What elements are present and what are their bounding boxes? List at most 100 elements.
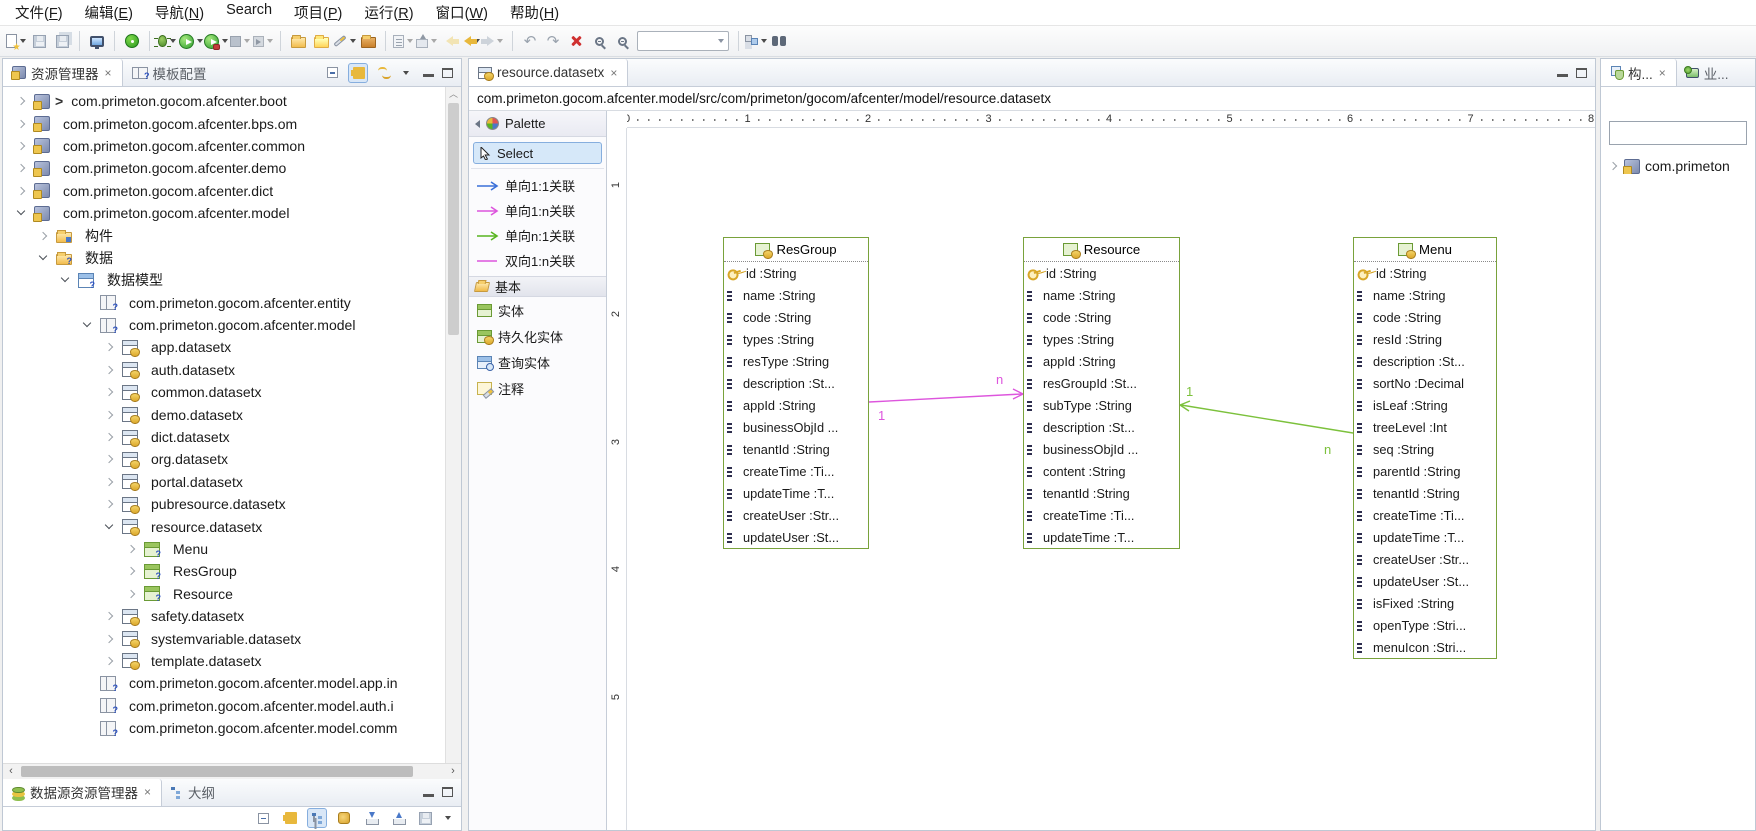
tree-row[interactable]: com.primeton.gocom.afcenter.model.auth.i <box>3 695 461 717</box>
export-button[interactable] <box>388 808 408 828</box>
tree-row[interactable]: com.primeton.gocom.afcenter.model <box>3 202 461 224</box>
tab-business[interactable]: 业... <box>1677 59 1738 86</box>
maximize-icon[interactable] <box>442 787 453 797</box>
menu-item[interactable]: 帮助(H) <box>499 0 570 27</box>
undo-button[interactable]: ↶ <box>519 29 541 53</box>
chevron-icon[interactable] <box>17 141 27 151</box>
tree-row[interactable]: auth.datasetx <box>3 359 461 381</box>
select-connection-button[interactable] <box>334 808 354 828</box>
tab-outline[interactable]: 大纲 <box>162 779 224 806</box>
view-menu-icon[interactable] <box>403 71 409 75</box>
collapse-all-button[interactable] <box>253 808 273 828</box>
chevron-icon[interactable] <box>105 365 115 375</box>
collapse-all-button[interactable] <box>322 63 342 83</box>
entity-field[interactable]: parentId :String <box>1354 460 1496 482</box>
menu-item[interactable]: Search() <box>215 0 283 27</box>
tree-row[interactable]: resource.datasetx <box>3 515 461 537</box>
view-menu-icon[interactable] <box>445 816 451 820</box>
server-start-button[interactable] <box>121 29 143 53</box>
link-with-editor-button[interactable] <box>280 808 300 828</box>
entity-field[interactable]: tenantId :String <box>1024 482 1179 504</box>
chevron-icon[interactable] <box>17 119 27 129</box>
diagram-canvas[interactable]: 1 n 1 n ResGroup <box>627 128 1595 830</box>
tree-row[interactable]: common.datasetx <box>3 381 461 403</box>
palette-relation-tool[interactable]: 单向1:n关联 <box>469 198 606 223</box>
chevron-icon[interactable] <box>105 611 115 621</box>
tree-row[interactable]: dict.datasetx <box>3 426 461 448</box>
component-filter-input[interactable] <box>1609 121 1747 145</box>
entity-field[interactable]: resId :String <box>1354 328 1496 350</box>
menu-item[interactable]: 编辑(E) <box>74 0 144 27</box>
back-button[interactable] <box>461 29 483 53</box>
tree-row[interactable]: org.datasetx <box>3 448 461 470</box>
save-button[interactable] <box>28 29 50 53</box>
entity-field[interactable]: name :String <box>724 284 868 306</box>
tab-resource-explorer[interactable]: 资源管理器 × <box>3 59 123 86</box>
entity-field[interactable]: updateTime :T... <box>1354 526 1496 548</box>
palette-relation-tool[interactable]: 单向1:1关联 <box>469 173 606 198</box>
chevron-icon[interactable] <box>127 566 137 576</box>
entity-field[interactable]: createTime :Ti... <box>1024 504 1179 526</box>
minimize-icon[interactable] <box>1557 74 1568 77</box>
entity-field[interactable]: updateUser :St... <box>1354 570 1496 592</box>
tree-vertical-scrollbar[interactable]: ︿ <box>445 87 461 763</box>
delete-button[interactable] <box>565 29 587 53</box>
entity-field[interactable]: tenantId :String <box>1354 482 1496 504</box>
connection-menu-resource[interactable]: 1 n <box>1180 384 1353 457</box>
entity-field[interactable]: code :String <box>724 306 868 328</box>
palette-relation-tool[interactable]: 单向n:1关联 <box>469 223 606 248</box>
connection-resgroup-resource[interactable]: 1 n <box>869 372 1023 423</box>
relaunch-button[interactable] <box>252 29 274 53</box>
tree-row[interactable]: 构件 <box>3 224 461 246</box>
entity-field[interactable]: createTime :Ti... <box>724 460 868 482</box>
chevron-icon[interactable] <box>105 454 115 464</box>
chevron-icon[interactable] <box>105 477 115 487</box>
entity-title[interactable]: ResGroup <box>724 238 868 262</box>
entity-field[interactable]: types :String <box>1024 328 1179 350</box>
open-file-button[interactable] <box>310 29 332 53</box>
chevron-icon[interactable] <box>127 589 137 599</box>
chevron-icon[interactable] <box>105 634 115 644</box>
chevron-icon[interactable] <box>105 522 115 532</box>
chevron-icon[interactable] <box>39 231 49 241</box>
zoom-in-button[interactable] <box>588 29 610 53</box>
entity-field[interactable]: appId :String <box>1024 350 1179 372</box>
console-button[interactable] <box>86 29 108 53</box>
tree-row[interactable]: com.primeton.gocom.afcenter.demo <box>3 157 461 179</box>
scroll-left-icon[interactable]: ‹ <box>3 764 19 779</box>
entity-field[interactable]: isFixed :String <box>1354 592 1496 614</box>
zoom-level-combobox[interactable] <box>637 31 729 51</box>
debug-button[interactable] <box>156 29 178 53</box>
entity-field[interactable]: types :String <box>724 328 868 350</box>
entity-field[interactable]: isLeaf :String <box>1354 394 1496 416</box>
close-icon[interactable]: × <box>1658 66 1667 80</box>
entity-field[interactable]: createTime :Ti... <box>1354 504 1496 526</box>
menu-item[interactable]: 导航(N) <box>144 0 215 27</box>
entity-field[interactable]: code :String <box>1354 306 1496 328</box>
menu-item[interactable]: 窗口(W) <box>425 0 499 27</box>
tree-row[interactable]: com.primeton.gocom.afcenter.common <box>3 135 461 157</box>
entity-field[interactable]: name :String <box>1354 284 1496 306</box>
entity-field[interactable]: subType :String <box>1024 394 1179 416</box>
entity-field[interactable]: businessObjId ... <box>724 416 868 438</box>
entity-field[interactable]: seq :String <box>1354 438 1496 460</box>
palette-relation-tool[interactable]: 双向1:n关联 <box>469 248 606 273</box>
palette-tool[interactable]: 注释 <box>469 375 606 401</box>
chevron-icon[interactable] <box>83 298 93 308</box>
search-button[interactable] <box>768 29 790 53</box>
chevron-icon[interactable] <box>83 320 93 330</box>
tree-row[interactable]: com.primeton.gocom.afcenter.model.comm <box>3 717 461 739</box>
palette-header[interactable]: Palette <box>469 111 606 137</box>
close-icon[interactable]: × <box>609 66 618 80</box>
entity-field[interactable]: createUser :Str... <box>1354 548 1496 570</box>
entity-field[interactable]: openType :Stri... <box>1354 614 1496 636</box>
task-list-button[interactable] <box>392 29 414 53</box>
commit-button[interactable] <box>415 29 437 53</box>
tab-resource-datasetx[interactable]: resource.datasetx × <box>469 59 628 86</box>
refresh-button[interactable] <box>374 63 394 83</box>
tree-row[interactable]: app.datasetx <box>3 336 461 358</box>
entity-field[interactable]: content :String <box>1024 460 1179 482</box>
scrollbar-thumb[interactable] <box>21 766 413 777</box>
chevron-icon[interactable] <box>1609 161 1619 171</box>
chevron-icon[interactable] <box>105 342 115 352</box>
